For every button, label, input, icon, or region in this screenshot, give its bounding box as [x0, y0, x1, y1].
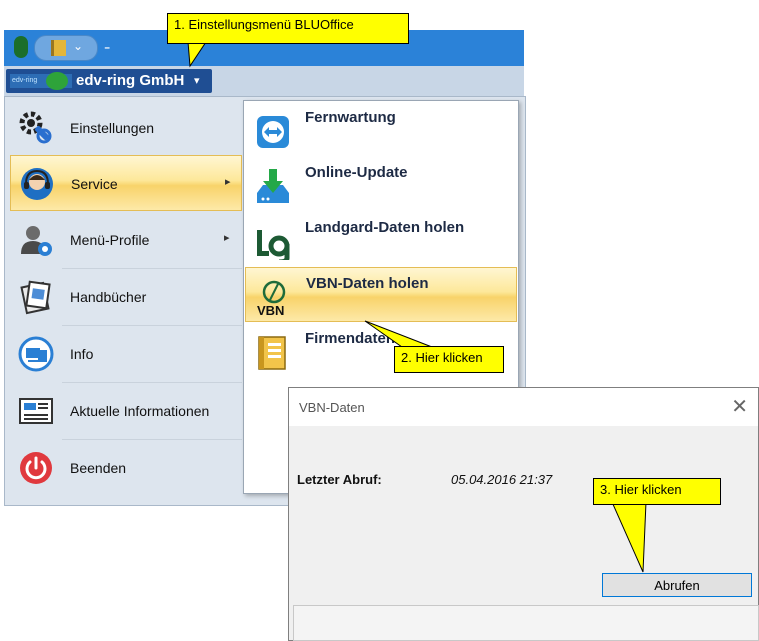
info-icon — [18, 336, 54, 372]
submenu-item-fernwartung[interactable]: Fernwartung — [245, 102, 517, 157]
dialog-status-area — [293, 605, 759, 641]
vbn-daten-dialog: VBN-Daten ✕ Letzter Abruf: 05.04.2016 21… — [288, 387, 759, 641]
last-fetch-value: 05.04.2016 21:37 — [451, 472, 553, 487]
teamviewer-icon — [255, 112, 291, 150]
quick-access-button[interactable]: ⌄ — [34, 35, 98, 61]
vbn-icon: VBN — [256, 278, 292, 318]
company-data-icon — [255, 333, 291, 371]
document-icon — [51, 40, 66, 56]
menu-item-handbuecher[interactable]: Handbücher — [10, 269, 242, 325]
gear-icon — [18, 110, 54, 146]
submenu-item-vbn-daten-holen[interactable]: VBN VBN-Daten holen — [245, 267, 517, 322]
submenu-arrow-icon: ▸ — [225, 176, 231, 188]
company-menu-button[interactable]: edv-ring edv-ring GmbH ▾ — [6, 69, 212, 93]
submenu-item-online-update[interactable]: Online-Update — [245, 157, 517, 212]
company-name: edv-ring GmbH — [76, 72, 185, 89]
menu-item-beenden[interactable]: Beenden — [10, 440, 242, 496]
app-status-icon — [14, 36, 28, 58]
news-icon — [18, 393, 54, 429]
abrufen-button[interactable]: Abrufen — [602, 573, 752, 597]
last-fetch-label: Letzter Abruf: — [297, 472, 382, 487]
power-icon — [18, 450, 54, 486]
logo-globe-icon — [46, 72, 68, 90]
menu-item-einstellungen[interactable]: Einstellungen — [10, 100, 242, 156]
download-icon — [255, 167, 291, 205]
menu-item-menue-profile[interactable]: Menü-Profile ▸ — [10, 212, 242, 268]
callout-step-3: 3. Hier klicken — [593, 478, 721, 505]
menu-item-service[interactable]: Service ▸ — [10, 155, 242, 211]
dialog-title-bar: VBN-Daten ✕ — [289, 388, 758, 426]
menu-item-info[interactable]: Info — [10, 326, 242, 382]
landgard-icon — [255, 222, 291, 265]
callout-step-1: 1. Einstellungsmenü BLUOffice — [167, 13, 409, 44]
close-icon[interactable]: ✕ — [731, 394, 748, 419]
svg-text:VBN: VBN — [257, 303, 284, 316]
submenu-item-landgard-daten-holen[interactable]: Landgard-Daten holen — [245, 212, 517, 267]
chevron-down-icon: ⌄ — [73, 39, 84, 53]
quick-access-customize[interactable]: ₌ — [104, 39, 110, 53]
company-logo: edv-ring — [10, 72, 72, 90]
callout-step-2: 2. Hier klicken — [394, 346, 504, 373]
menu-item-aktuelle-informationen[interactable]: Aktuelle Informationen — [10, 383, 242, 439]
manual-icon — [18, 279, 54, 315]
ribbon-tab-bar: edv-ring edv-ring GmbH ▾ — [4, 66, 524, 96]
submenu-arrow-icon: ▸ — [224, 232, 230, 244]
headset-icon — [19, 166, 55, 202]
dialog-title: VBN-Daten — [299, 400, 365, 415]
caret-down-icon: ▾ — [194, 75, 200, 87]
user-settings-icon — [18, 222, 54, 258]
